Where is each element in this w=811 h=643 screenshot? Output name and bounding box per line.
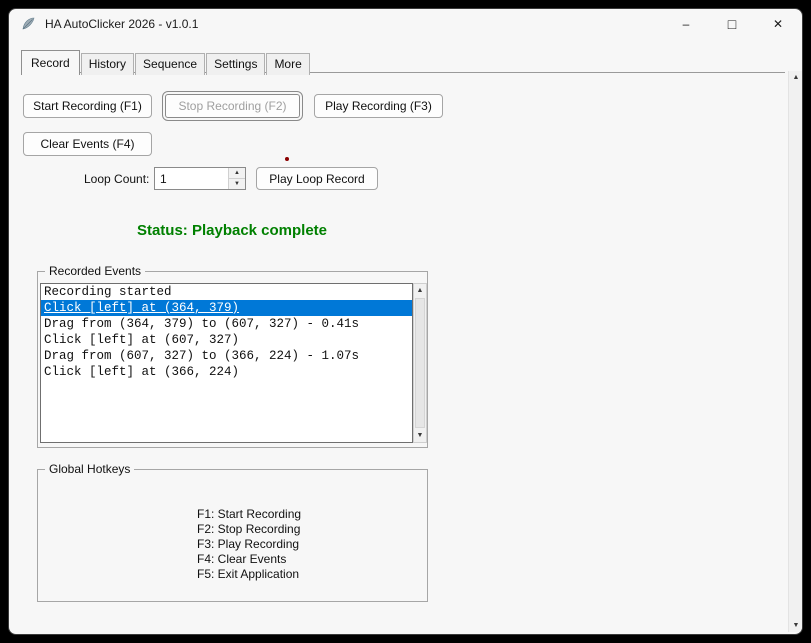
tab-record[interactable]: Record (21, 50, 80, 75)
minimize-button[interactable]: – (663, 9, 709, 39)
recorded-events-group: Recorded Events Recording started Click … (37, 264, 428, 448)
status-text: Status: Playback complete (136, 222, 328, 239)
app-feather-icon (20, 16, 36, 32)
tab-bar: Record History Sequence Settings More (21, 50, 311, 75)
global-hotkeys-group: Global Hotkeys F1: Start Recording F2: S… (37, 462, 428, 602)
window-scrollbar[interactable]: ▲ ▼ (788, 71, 802, 632)
loop-count-spinbox[interactable]: 1 ▲ ▼ (154, 167, 246, 190)
hotkey-list: F1: Start Recording F2: Stop Recording F… (197, 507, 301, 582)
start-recording-button[interactable]: Start Recording (F1) (23, 94, 152, 118)
spinner-arrows: ▲ ▼ (228, 168, 245, 189)
desktop: { "window": { "title": "HA AutoClicker 2… (0, 0, 811, 643)
hotkey-line: F5: Exit Application (197, 567, 300, 581)
event-row[interactable]: Click [left] at (607, 327) (41, 332, 412, 348)
hotkey-line: F1: Start Recording (197, 507, 302, 521)
window-scroll-down-icon[interactable]: ▼ (789, 619, 802, 632)
titlebar: HA AutoClicker 2026 - v1.0.1 – □ ✕ (9, 9, 802, 39)
recorded-events-group-title: Recorded Events (45, 264, 146, 278)
clear-events-button[interactable]: Clear Events (F4) (23, 132, 152, 156)
stop-recording-button: Stop Recording (F2) (162, 91, 303, 121)
recorded-events-listbox[interactable]: Recording started Click [left] at (364, … (40, 283, 413, 443)
window-scroll-up-icon[interactable]: ▲ (789, 71, 802, 84)
maximize-button[interactable]: □ (709, 9, 755, 39)
play-loop-record-button[interactable]: Play Loop Record (256, 167, 378, 190)
scroll-up-icon[interactable]: ▲ (414, 284, 426, 297)
loop-count-value[interactable]: 1 (155, 168, 228, 189)
tab-more[interactable]: More (266, 53, 310, 75)
event-row[interactable]: Click [left] at (366, 224) (41, 364, 412, 380)
spin-down-icon[interactable]: ▼ (229, 178, 245, 189)
event-row[interactable]: Drag from (607, 327) to (366, 224) - 1.0… (41, 348, 412, 364)
event-row[interactable]: Recording started (41, 284, 412, 300)
window-title: HA AutoClicker 2026 - v1.0.1 (45, 17, 199, 31)
tab-history[interactable]: History (80, 53, 135, 75)
scrollbar-thumb[interactable] (415, 298, 425, 428)
scroll-down-icon[interactable]: ▼ (414, 429, 426, 442)
red-dot-marker (285, 157, 289, 161)
global-hotkeys-group-title: Global Hotkeys (45, 462, 135, 476)
hotkey-line: F3: Play Recording (197, 537, 300, 551)
window-controls: – □ ✕ (663, 9, 801, 39)
close-button[interactable]: ✕ (755, 9, 801, 39)
hotkey-line: F4: Clear Events (197, 552, 287, 566)
listbox-scrollbar[interactable]: ▲ ▼ (413, 283, 427, 443)
hotkey-line: F2: Stop Recording (197, 522, 301, 536)
play-recording-button[interactable]: Play Recording (F3) (314, 94, 443, 118)
app-window: HA AutoClicker 2026 - v1.0.1 – □ ✕ Recor… (8, 8, 803, 635)
tab-sequence[interactable]: Sequence (135, 53, 206, 75)
event-row[interactable]: Drag from (364, 379) to (607, 327) - 0.4… (41, 316, 412, 332)
spin-up-icon[interactable]: ▲ (229, 168, 245, 178)
event-row-selected[interactable]: Click [left] at (364, 379) (41, 300, 412, 316)
tab-settings[interactable]: Settings (206, 53, 266, 75)
loop-count-label: Loop Count: (84, 172, 150, 186)
